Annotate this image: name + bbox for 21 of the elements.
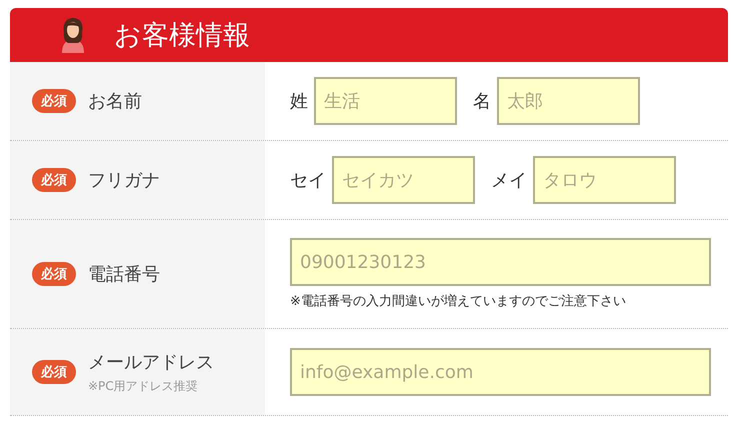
- required-badge: 必須: [32, 262, 76, 286]
- input-field[interactable]: 生活: [314, 77, 457, 125]
- input-field[interactable]: セイカツ: [332, 156, 475, 204]
- required-badge: 必須: [32, 168, 76, 192]
- field-note: ※電話番号の入力間違いが増えていますのでご注意下さい: [290, 292, 627, 310]
- field-label: メールアドレス: [88, 350, 214, 374]
- input-field[interactable]: info@example.com: [290, 348, 711, 396]
- field-label: フリガナ: [88, 169, 160, 192]
- required-badge: 必須: [32, 360, 76, 384]
- required-badge: 必須: [32, 89, 76, 113]
- field-prefix: 姓: [290, 90, 308, 113]
- input-field[interactable]: 太郎: [497, 77, 640, 125]
- section-title: お客様情報: [114, 19, 250, 53]
- field-sublabel: ※PC用アドレス推奨: [88, 378, 199, 394]
- field-prefix: セイ: [290, 169, 326, 192]
- field-label: お名前: [88, 90, 142, 113]
- input-field[interactable]: タロウ: [533, 156, 676, 204]
- input-field[interactable]: 09001230123: [290, 238, 711, 286]
- field-label: 電話番号: [88, 263, 160, 286]
- field-prefix: メイ: [491, 169, 527, 192]
- field-prefix: 名: [473, 90, 491, 113]
